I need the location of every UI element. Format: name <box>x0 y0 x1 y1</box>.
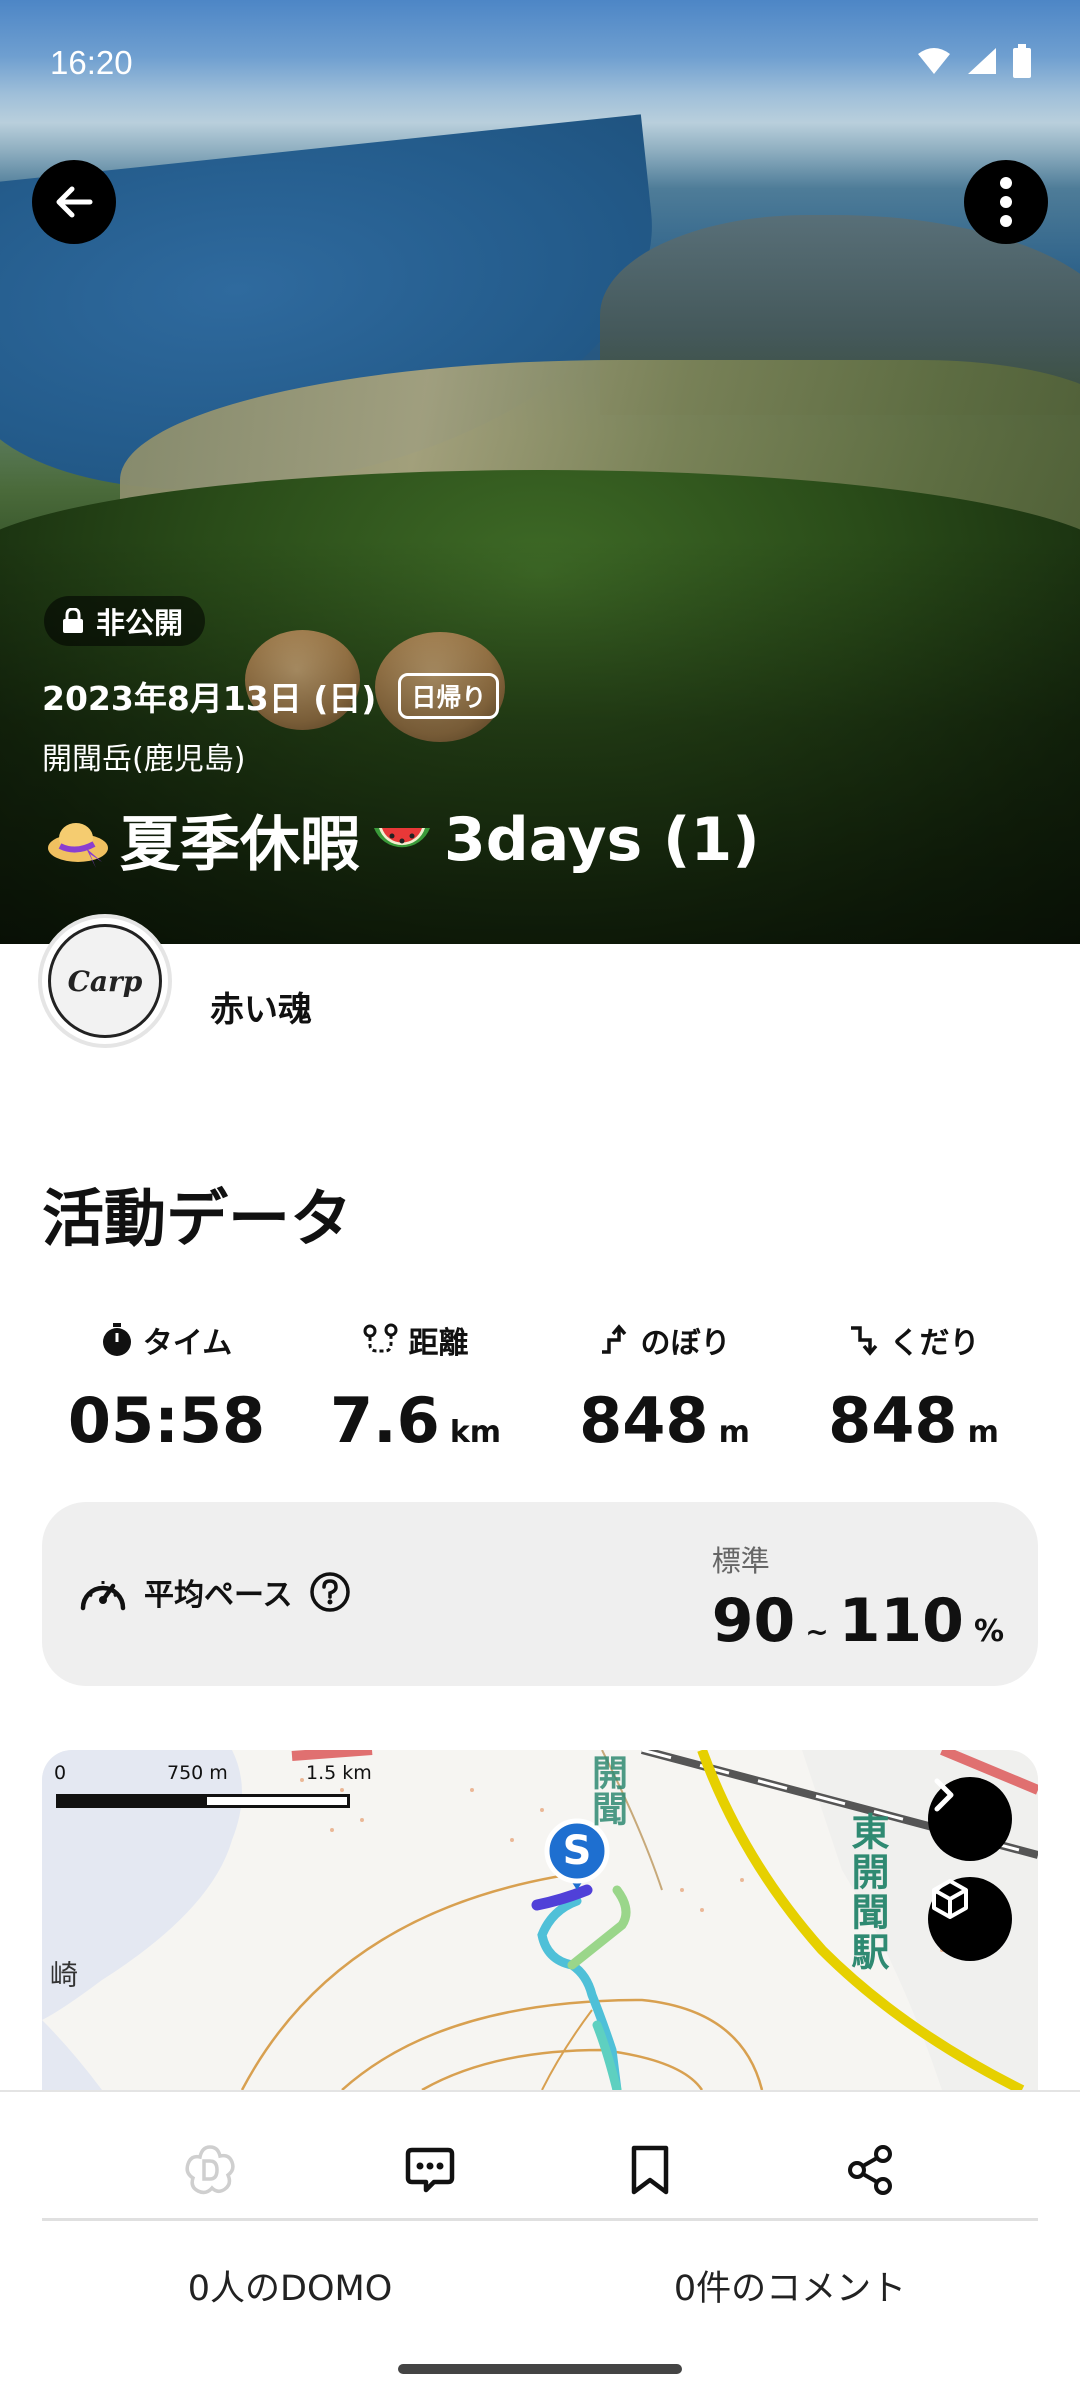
stat-label: タイム <box>101 1318 232 1362</box>
chevron-right-icon <box>934 1778 954 1812</box>
activity-title-suffix: 3days (1) <box>444 804 760 875</box>
stat-value: 848 m <box>579 1384 750 1457</box>
pace-label: 平均ペース <box>144 1578 293 1613</box>
scale-bar <box>56 1794 350 1808</box>
stat-unit: m <box>718 1415 750 1450</box>
avatar-logo: Carp <box>48 924 162 1038</box>
trip-type-chip: 日帰り <box>398 673 500 719</box>
stat-label: のぼり <box>599 1318 731 1362</box>
pace-max: 110 <box>838 1586 964 1656</box>
activity-title: 夏季休暇 3days (1) <box>42 796 760 883</box>
stat-value: 7.6 km <box>330 1384 501 1457</box>
map-road-label: 開聞 <box>586 1754 627 1826</box>
comment-icon <box>405 2147 455 2193</box>
bookmark-icon <box>631 2145 669 2195</box>
bottom-action-bar: 0人のDOMO 0件のコメント <box>0 2090 1080 2400</box>
stat-ascent: のぼり 848 m <box>540 1318 789 1457</box>
mountain-location[interactable]: 開聞岳(鹿児島) <box>42 734 245 778</box>
battery-icon <box>1013 44 1031 78</box>
route-map[interactable]: S 0 750 m 1.5 km 開聞 東開聞駅 崎 <box>42 1750 1038 2090</box>
comment-count[interactable]: 0件のコメント <box>540 2260 1080 2311</box>
stat-label: 距離 <box>363 1318 469 1362</box>
map-place-label: 崎 <box>46 1960 79 1988</box>
descent-icon <box>850 1326 877 1356</box>
share-icon <box>848 2145 892 2195</box>
stat-label-text: くだり <box>889 1326 980 1361</box>
speedometer-icon <box>80 1581 126 1611</box>
scale-label-750m: 750 m <box>167 1762 228 1784</box>
bottom-divider <box>42 2218 1038 2221</box>
bookmark-button[interactable] <box>602 2122 698 2218</box>
scale-label-0: 0 <box>54 1762 67 1784</box>
status-bar: 16:20 <box>0 0 1080 120</box>
pace-range: 90 ~ 110 % <box>712 1586 1004 1656</box>
map-station-label: 東開聞駅 <box>845 1812 889 1972</box>
comment-button[interactable] <box>382 2122 478 2218</box>
more-vertical-icon <box>1000 177 1012 227</box>
stat-descent: くだり 848 m <box>789 1318 1038 1457</box>
username[interactable]: 赤い魂 <box>210 982 312 1031</box>
back-button[interactable] <box>32 160 116 244</box>
stat-value: 848 m <box>828 1384 999 1457</box>
home-indicator[interactable] <box>398 2364 682 2374</box>
start-marker-label: S <box>562 1828 592 1874</box>
map-open-button[interactable] <box>928 1777 1012 1861</box>
stat-value: 05:58 <box>68 1384 265 1457</box>
activity-title-text: 夏季休暇 <box>120 810 360 880</box>
privacy-label: 非公開 <box>96 606 184 640</box>
stopwatch-icon <box>102 1323 131 1356</box>
domo-button[interactable] <box>162 2122 258 2218</box>
status-time: 16:20 <box>50 44 133 81</box>
pace-unit: % <box>973 1614 1004 1649</box>
more-options-button[interactable] <box>964 160 1048 244</box>
domo-flower-icon <box>185 2145 235 2195</box>
scale-label-1-5km: 1.5 km <box>306 1762 372 1784</box>
user-avatar[interactable]: Carp <box>38 914 172 1048</box>
activity-date: 2023年8月13日 (日) <box>42 679 377 718</box>
help-icon[interactable] <box>309 1571 351 1613</box>
arrow-left-icon <box>56 186 93 218</box>
watermelon-emoji <box>366 804 438 876</box>
signal-icon <box>968 48 996 74</box>
stat-number: 05:58 <box>67 1384 266 1457</box>
stat-time: タイム 05:58 <box>42 1318 291 1457</box>
stat-number: 848 <box>579 1384 709 1457</box>
stat-label-text: タイム <box>142 1326 233 1361</box>
map-3d-button[interactable] <box>928 1877 1012 1961</box>
average-pace-card: 平均ペース 標準 90 ~ 110 % <box>42 1502 1038 1686</box>
pace-value-group: 標準 90 ~ 110 % <box>712 1538 1004 1656</box>
stat-distance: 距離 7.6 km <box>291 1318 540 1457</box>
stat-unit: km <box>449 1415 502 1450</box>
stat-label-text: 距離 <box>408 1326 469 1361</box>
stat-label-text: のぼり <box>640 1326 731 1361</box>
cube-icon <box>932 1879 968 1919</box>
stat-number: 7.6 <box>329 1384 440 1457</box>
share-button[interactable] <box>822 2122 918 2218</box>
stat-unit: m <box>967 1415 999 1450</box>
action-buttons <box>0 2122 1080 2218</box>
stat-label: くだり <box>848 1318 980 1362</box>
straw-hat-emoji <box>42 804 114 876</box>
status-icons <box>916 44 1032 78</box>
pace-min: 90 <box>711 1586 796 1656</box>
pace-separator: ~ <box>805 1615 829 1648</box>
pace-rating: 標準 <box>711 1544 770 1578</box>
activity-date-row: 2023年8月13日 (日) 日帰り <box>42 672 500 720</box>
route-icon <box>363 1323 397 1353</box>
activity-stats: タイム 05:58 距離 7.6 km のぼり 848 m くだり 848 m <box>42 1318 1038 1457</box>
lock-icon <box>63 608 83 633</box>
pace-label-group: 平均ペース <box>78 1570 351 1614</box>
wifi-icon <box>918 48 950 74</box>
privacy-badge: 非公開 <box>44 596 206 646</box>
domo-count[interactable]: 0人のDOMO <box>0 2260 540 2311</box>
ascent-icon <box>601 1324 626 1354</box>
reaction-counts: 0人のDOMO 0件のコメント <box>0 2260 1080 2311</box>
stat-number: 848 <box>828 1384 958 1457</box>
activity-data-heading: 活動データ <box>42 1182 353 1255</box>
